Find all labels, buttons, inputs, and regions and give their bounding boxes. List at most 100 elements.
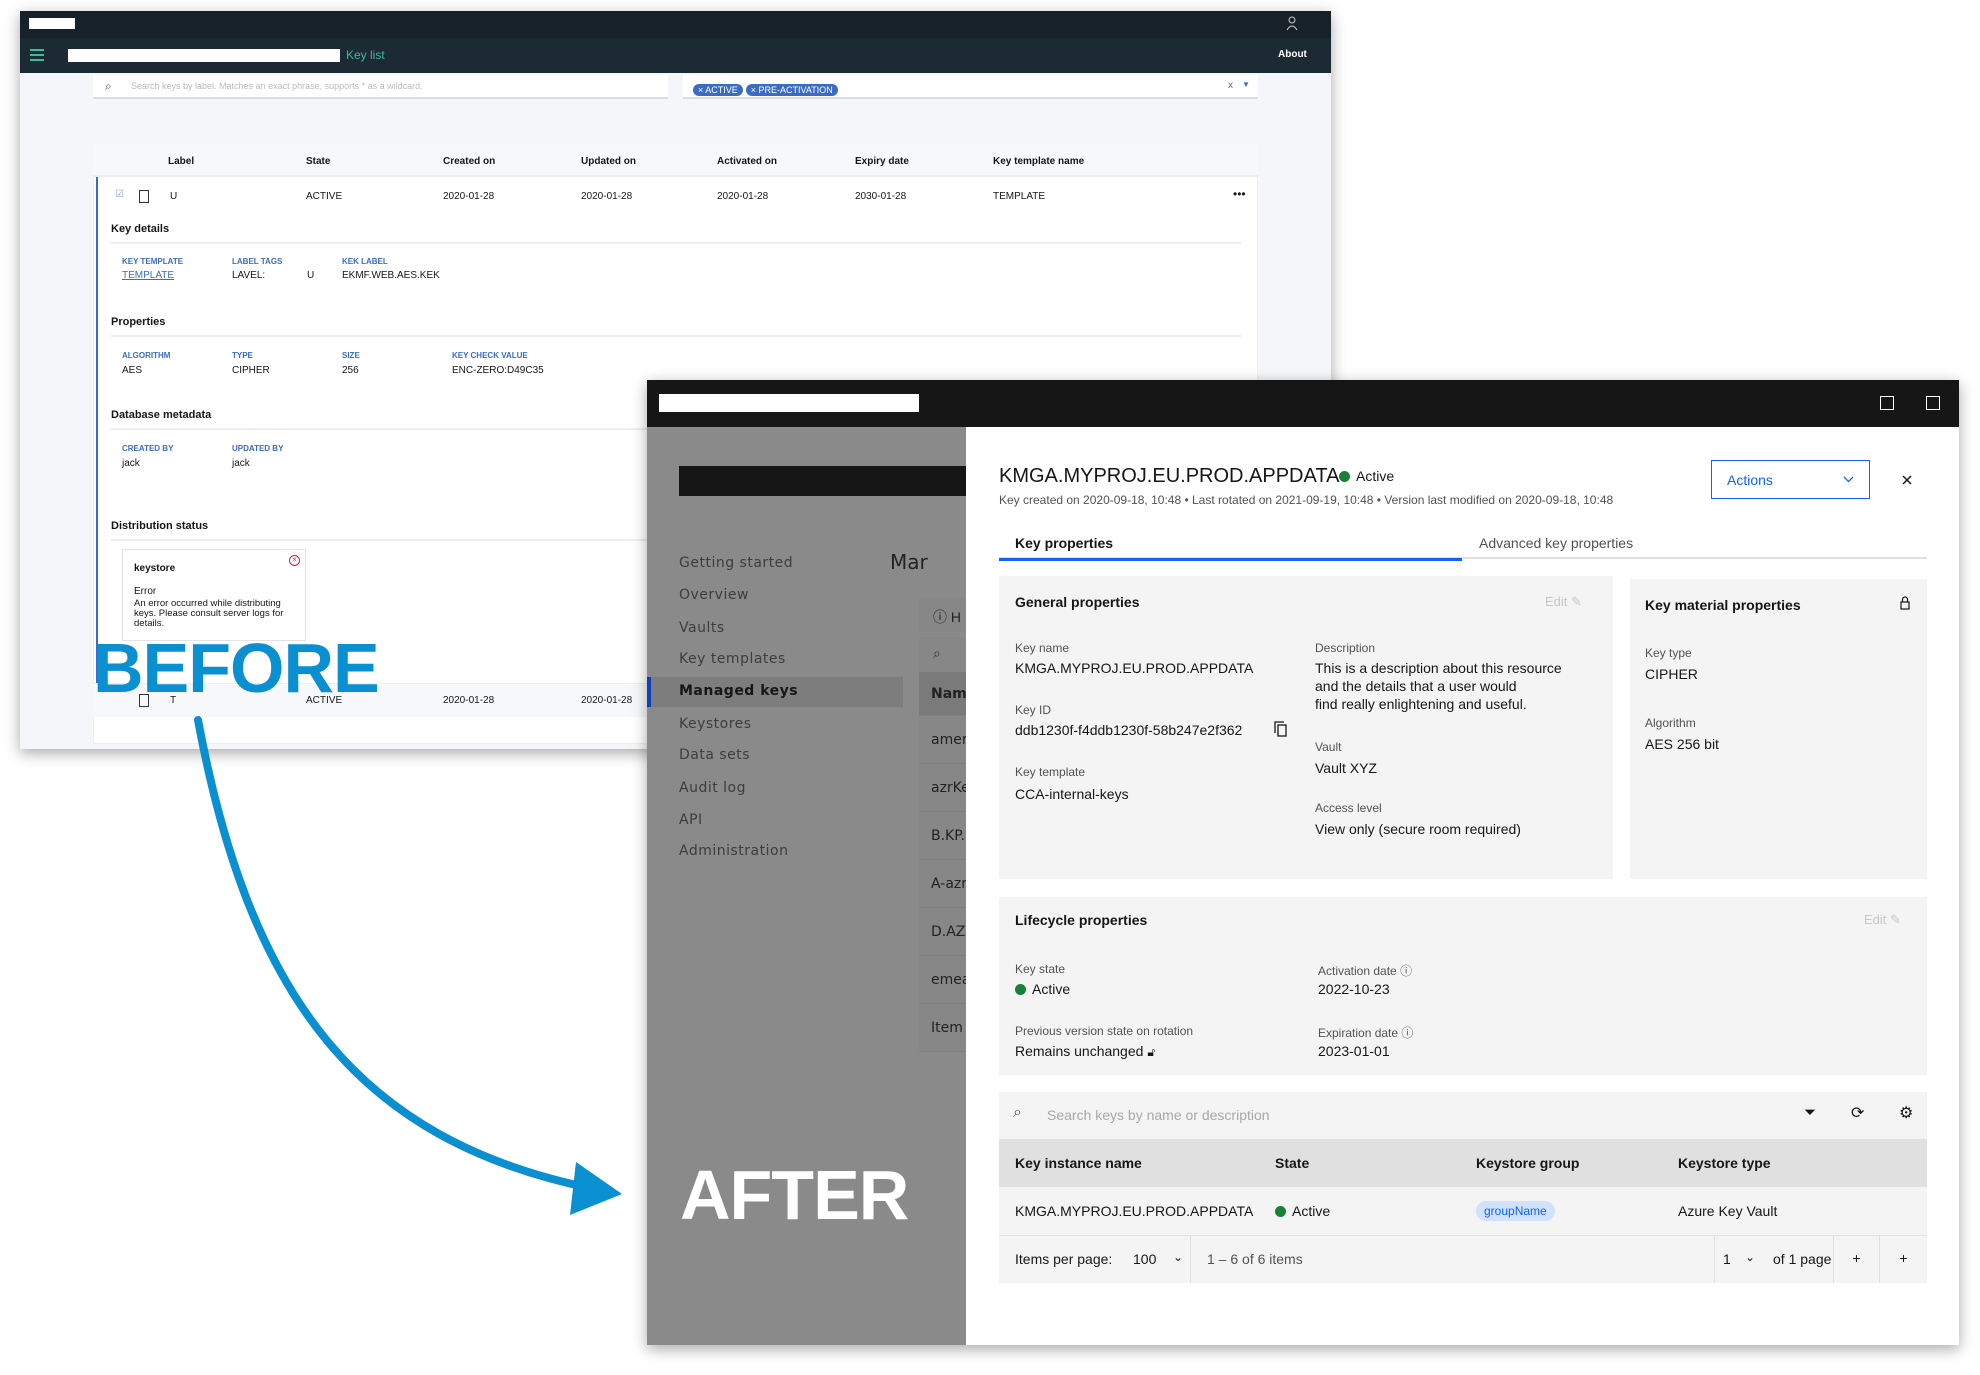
sidebar-item-audit-log[interactable]: Audit log: [679, 780, 746, 796]
chevron-down-icon: ⌄: [1173, 1250, 1184, 1264]
column-header[interactable]: Key template name: [993, 156, 1084, 167]
key-material-card: Key material properties Key type CIPHER …: [1630, 579, 1927, 879]
settings-icon[interactable]: ⚙: [1899, 1103, 1913, 1123]
app-name-redacted: [68, 49, 340, 62]
cell-label: U: [170, 191, 178, 202]
chevron-down-icon: [1843, 476, 1854, 483]
close-icon[interactable]: [1902, 475, 1912, 485]
instances-search-bar[interactable]: ⌕ Search keys by name or description ⏷ ⟳…: [999, 1092, 1927, 1139]
cell-name: KMGA.MYPROJ.EU.PROD.APPDATA: [1015, 1203, 1254, 1219]
info-icon[interactable]: ⓘ: [1400, 964, 1412, 978]
prev-page-button[interactable]: +: [1834, 1236, 1880, 1283]
tab-key-properties[interactable]: Key properties: [999, 529, 1462, 561]
field-value: CIPHER: [232, 365, 270, 376]
bg-page-title: Mar: [890, 550, 928, 574]
sidebar-item-data-sets[interactable]: Data sets: [679, 747, 750, 763]
section-title: Distribution status: [111, 520, 209, 532]
column-header[interactable]: State: [306, 156, 330, 167]
sidebar-item-administration[interactable]: Administration: [679, 843, 788, 859]
chevron-down-icon: ⌄: [1745, 1250, 1756, 1264]
edit-button[interactable]: Edit ✎: [1864, 912, 1901, 928]
key-type-value: CIPHER: [1645, 666, 1698, 682]
activation-date-value: 2022-10-23: [1318, 981, 1390, 997]
sidebar-item-key-templates[interactable]: Key templates: [679, 651, 786, 667]
edit-button[interactable]: Edit ✎: [1545, 594, 1582, 610]
column-header[interactable]: Key instance name: [1015, 1155, 1142, 1171]
prev-state-text: Remains unchanged: [1015, 1043, 1144, 1059]
info-icon[interactable]: ⓘ: [1401, 1026, 1413, 1040]
overflow-menu-icon[interactable]: •••: [1233, 187, 1246, 201]
sidebar-item-managed-keys[interactable]: Managed keys: [679, 683, 798, 699]
lock-icon: [1900, 596, 1910, 610]
column-header[interactable]: Updated on: [581, 156, 636, 167]
state-filter[interactable]: × ACTIVE × PRE-ACTIVATION x ▼: [683, 75, 1258, 99]
field-label: Key type: [1645, 646, 1692, 660]
access-level-value: View only (secure room required): [1315, 821, 1521, 837]
sidebar-active-indicator: [647, 677, 651, 707]
card-title: General properties: [1015, 594, 1140, 610]
tab-advanced-key-properties[interactable]: Advanced key properties: [1462, 529, 1927, 561]
collapse-icon[interactable]: ☑: [115, 189, 124, 200]
column-header[interactable]: Activated on: [717, 156, 777, 167]
clear-filter-button[interactable]: x: [1228, 80, 1233, 91]
chevron-down-icon[interactable]: ▼: [1242, 80, 1250, 89]
actions-dropdown[interactable]: Actions: [1711, 460, 1870, 499]
pagination: Items per page: 100 ⌄ 1 – 6 of 6 items 1 …: [999, 1236, 1927, 1283]
sidebar-item-getting-started[interactable]: Getting started: [679, 555, 793, 571]
key-id-value: ddb1230f-f4ddb1230f-58b247e2f362: [1015, 722, 1243, 738]
refresh-icon[interactable]: ⟳: [1851, 1103, 1864, 1123]
sidebar-item-overview[interactable]: Overview: [679, 587, 749, 603]
column-header[interactable]: Keystore group: [1476, 1155, 1579, 1171]
column-header[interactable]: State: [1275, 1155, 1309, 1171]
user-icon[interactable]: [1286, 16, 1298, 31]
sidebar-item-vaults[interactable]: Vaults: [679, 620, 725, 636]
cell-updated: 2020-01-28: [581, 191, 633, 202]
field-label: Activation date: [1318, 964, 1397, 978]
copy-icon[interactable]: [1274, 721, 1288, 737]
column-header[interactable]: Expiry date: [855, 156, 909, 167]
maximize-icon[interactable]: [1880, 396, 1894, 410]
error-message: An error occurred while distributing key…: [134, 598, 284, 629]
card-title: Key material properties: [1645, 597, 1801, 613]
state-text: Active: [1292, 1203, 1331, 1219]
column-header[interactable]: Keystore type: [1678, 1155, 1771, 1171]
search-input[interactable]: ⌕ Search keys by label. Matches an exact…: [93, 75, 668, 99]
menu-icon[interactable]: [30, 49, 44, 61]
filter-icon[interactable]: ⏷: [1804, 1104, 1816, 1121]
field-value: ENC-ZERO:D49C35: [452, 365, 544, 376]
description-line: and the details that a user would: [1315, 678, 1517, 694]
instances-table-header: Key instance name State Keystore group K…: [999, 1139, 1927, 1187]
search-icon: ⌕: [933, 645, 941, 661]
about-link[interactable]: About: [1278, 49, 1307, 60]
table-row[interactable]: KMGA.MYPROJ.EU.PROD.APPDATA Active group…: [999, 1187, 1927, 1236]
key-template-link[interactable]: TEMPLATE: [122, 270, 174, 281]
lock-icon: 🔓︎: [1147, 1045, 1156, 1059]
search-placeholder: Search keys by label. Matches an exact p…: [131, 81, 423, 91]
general-properties-card: General properties Edit ✎ Key name KMGA.…: [999, 576, 1613, 879]
sidebar-item-keystores[interactable]: Keystores: [679, 716, 752, 732]
filter-chip-active[interactable]: × ACTIVE: [693, 84, 743, 96]
table-row[interactable]: ☑ U ACTIVE 2020-01-28 2020-01-28 2020-01…: [93, 181, 1258, 211]
column-header[interactable]: Created on: [443, 156, 495, 167]
page-select[interactable]: 1 ⌄ of 1 page: [1714, 1236, 1834, 1283]
header-redacted: [679, 466, 969, 496]
next-page-button[interactable]: +: [1880, 1236, 1927, 1283]
search-icon: ⌕: [105, 79, 112, 93]
row-checkbox[interactable]: [139, 190, 149, 203]
filter-chip-pre-activation[interactable]: × PRE-ACTIVATION: [745, 84, 838, 96]
window-icon[interactable]: [1926, 396, 1940, 410]
before-label: BEFORE: [93, 629, 380, 707]
table-header: Label State Created on Updated on Activa…: [93, 144, 1258, 177]
field-label: KEY CHECK VALUE: [452, 351, 528, 360]
field-label: TYPE: [232, 351, 253, 360]
cell-activated: 2020-01-28: [717, 191, 769, 202]
field-value: LAVEL:: [232, 270, 266, 281]
edit-icon: ✎: [1571, 594, 1582, 609]
items-per-page-select[interactable]: 100 ⌄: [1133, 1236, 1191, 1283]
app-name-redacted: [659, 394, 919, 412]
cell-created: 2020-01-28: [443, 695, 495, 706]
column-header[interactable]: Label: [168, 156, 194, 167]
field-label: KEK LABEL: [342, 257, 388, 266]
sidebar-item-api[interactable]: API: [679, 812, 703, 828]
field-label: Key state: [1015, 962, 1066, 976]
